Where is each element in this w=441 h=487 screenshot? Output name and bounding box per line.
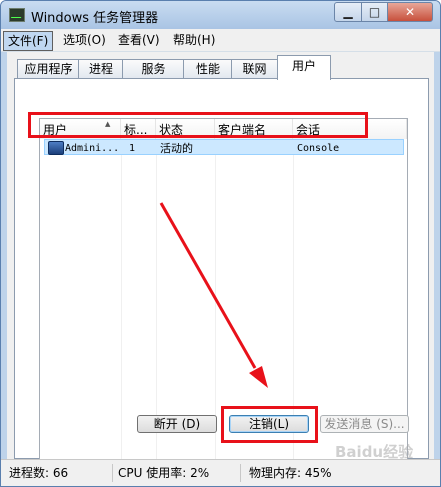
logoff-highlight-box [221, 406, 318, 443]
tab-applications[interactable]: 应用程序 [17, 59, 80, 79]
watermark: Baidu经验 [335, 443, 414, 461]
tab-users[interactable]: 用户 [277, 55, 331, 80]
disconnect-button[interactable]: 断开 (D) [137, 415, 217, 433]
menu-options[interactable]: 选项(O) [59, 31, 110, 49]
tab-performance[interactable]: 性能 [183, 59, 233, 79]
tab-networking[interactable]: 联网 [231, 59, 278, 79]
send-message-button[interactable]: 发送消息 (S)... [320, 415, 409, 433]
column-divider [121, 139, 122, 475]
menu-file[interactable]: 文件(F) [3, 31, 54, 51]
close-button[interactable]: ✕ [387, 2, 433, 22]
tab-services[interactable]: 服务 [122, 59, 185, 79]
user-icon [48, 141, 64, 155]
menu-help[interactable]: 帮助(H) [169, 31, 219, 49]
status-bar: 进程数: 66 CPU 使用率: 2% 物理内存: 45% [1, 459, 440, 486]
task-manager-icon [9, 8, 25, 22]
row-highlight-box [28, 112, 368, 138]
maximize-button[interactable]: □ [361, 2, 388, 22]
window-title: Windows 任务管理器 [31, 11, 159, 26]
tab-processes[interactable]: 进程 [78, 59, 124, 79]
status-cpu: CPU 使用率: 2% [114, 464, 241, 482]
row-id: 1 [129, 143, 136, 154]
row-status: 活动的 [160, 142, 193, 155]
menu-bar: 文件(F) 选项(O) 查看(V) 帮助(H) [1, 29, 440, 52]
status-memory: 物理内存: 45% [249, 466, 332, 480]
minimize-button[interactable]: ▁ [334, 2, 362, 22]
status-processes: 进程数: 66 [5, 464, 113, 482]
menu-view[interactable]: 查看(V) [114, 31, 164, 49]
row-session: Console [297, 143, 340, 154]
title-bar: Windows 任务管理器 ▁ □ ✕ [1, 1, 440, 29]
row-user: Admini... [65, 143, 120, 154]
